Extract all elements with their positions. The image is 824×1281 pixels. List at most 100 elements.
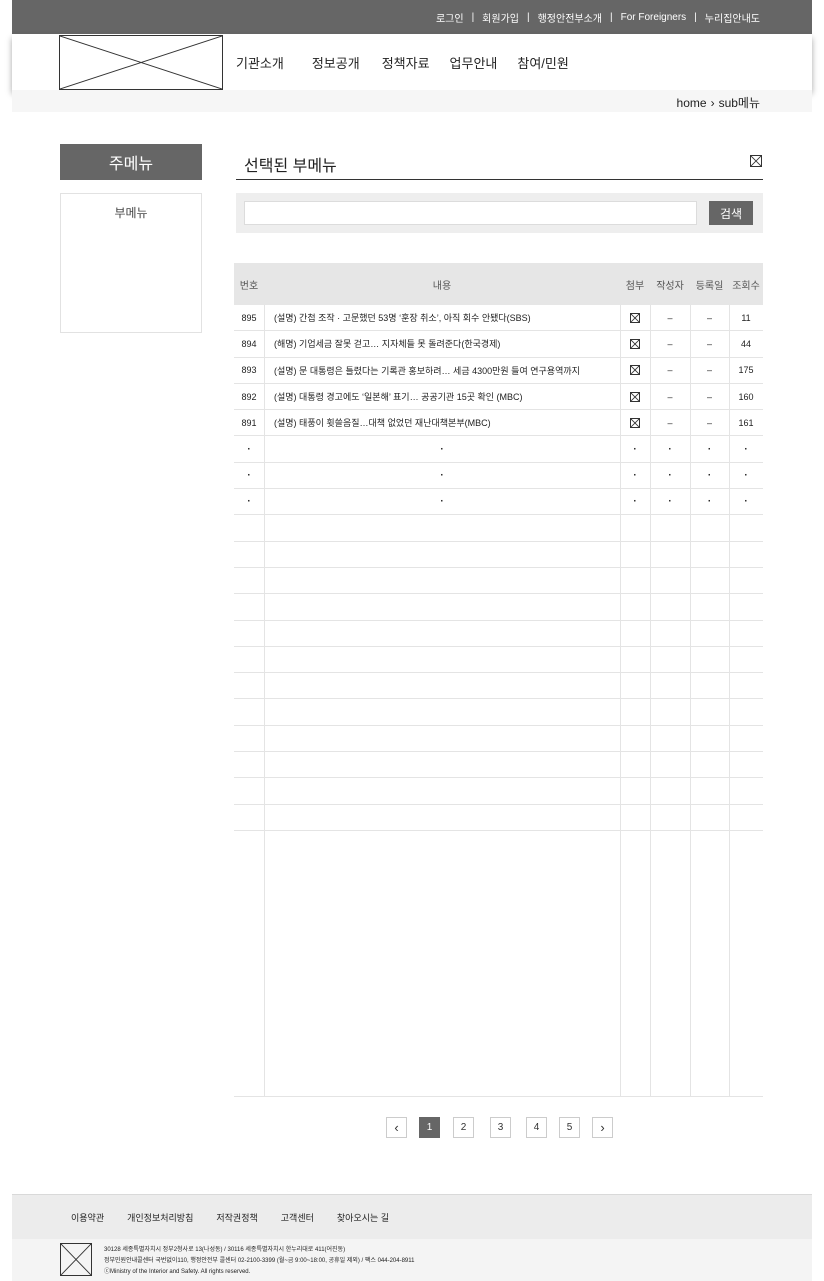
attachment-icon[interactable] xyxy=(630,365,640,376)
footer-link-copyright[interactable]: 저작권정책 xyxy=(216,1211,257,1224)
table-row[interactable]: 895 (설명) 간첩 조작 · 고문했던 53명 ‘훈장 취소’, 아직 회수… xyxy=(234,305,763,332)
ministry-intro-link[interactable]: 행정안전부소개 xyxy=(538,10,602,25)
nav-item-disclosure[interactable]: 정보공개 xyxy=(312,53,360,72)
top-utility-bar: 로그인 | 회원가입 | 행정안전부소개 | For Foreigners | … xyxy=(12,0,812,34)
table-row[interactable]: 891 (설명) 태풍이 휫쓸음질…대책 없었던 재난대책본부(MBC) – –… xyxy=(234,410,763,437)
empty-row xyxy=(234,568,763,595)
empty-row xyxy=(234,778,763,805)
row-author: – xyxy=(667,391,673,402)
attachment-icon[interactable] xyxy=(630,338,640,349)
ellipsis-row: · · · · · · xyxy=(234,489,763,516)
row-number: 892 xyxy=(241,391,257,402)
row-date: – xyxy=(706,338,712,349)
top-links: 로그인 | 회원가입 | 행정안전부소개 | For Foreigners | … xyxy=(436,0,760,34)
row-date: – xyxy=(706,417,712,428)
empty-row xyxy=(234,699,763,726)
ellipsis-dot: · xyxy=(247,496,251,508)
footer-link-terms[interactable]: 이용약관 xyxy=(71,1211,104,1224)
row-title[interactable]: (해명) 기업세금 잘못 걷고… 지자체들 못 돌려준다(한국경제) xyxy=(274,331,619,356)
empty-row xyxy=(234,542,763,568)
nav-item-about[interactable]: 기관소개 xyxy=(236,53,284,72)
table-header: 번호 내용 첨부 작성자 등록일 조회수 xyxy=(234,263,763,305)
empty-row xyxy=(234,805,763,831)
page-button-3[interactable]: 3 xyxy=(490,1117,511,1138)
ellipsis-dot: · xyxy=(744,496,748,508)
sidebar-item-submenu[interactable]: 부메뉴 xyxy=(61,204,201,221)
page-button-1[interactable]: 1 xyxy=(419,1117,440,1138)
ellipsis-dot: · xyxy=(668,496,672,508)
board-table: 번호 내용 첨부 작성자 등록일 조회수 895 (설명) 간첩 조작 · 고문… xyxy=(234,263,763,831)
sidebar-menu: 부메뉴 xyxy=(60,193,202,333)
sitemap-link[interactable]: 누리집안내도 xyxy=(705,10,760,25)
ellipsis-dot: · xyxy=(668,469,672,481)
footer-contact: 정부민원안내콜센터 국번없이110, 행정안전부 콜센터 02-2100-339… xyxy=(104,1258,415,1264)
footer-link-directions[interactable]: 찾아오시는 길 xyxy=(337,1211,389,1224)
row-title[interactable]: (설명) 문 대통령은 틀렸다는 기록관 홍보하려… 세금 4300만원 들여 … xyxy=(274,358,619,383)
separator: | xyxy=(471,11,475,23)
search-button[interactable]: 검색 xyxy=(709,201,753,225)
table-row[interactable]: 894 (해명) 기업세금 잘못 걷고… 지자체들 못 돌려준다(한국경제) –… xyxy=(234,331,763,358)
header-title: 내용 xyxy=(432,280,452,292)
row-title[interactable]: (설명) 태풍이 휫쓸음질…대책 없었던 재난대책본부(MBC) xyxy=(274,410,619,435)
column-divider xyxy=(729,305,730,1097)
page-title: 선택된 부메뉴 xyxy=(244,158,337,175)
ellipsis-dot: · xyxy=(707,469,712,481)
header-date: 등록일 xyxy=(695,280,724,292)
breadcrumb-current: sub메뉴 xyxy=(718,96,760,110)
footer-address: 30128 세종특별자치시 정부2청사로 13(나성동) / 30116 세종특… xyxy=(104,1247,346,1253)
empty-row xyxy=(234,726,763,753)
attachment-icon[interactable] xyxy=(630,417,640,428)
sidebar-title: 주메뉴 xyxy=(60,144,202,180)
empty-row xyxy=(234,673,763,700)
row-title[interactable]: (설명) 대통령 경고에도 ‘일본해’ 표기… 공공기관 15곳 확인 (MBC… xyxy=(274,384,619,409)
footer-link-privacy[interactable]: 개인정보처리방침 xyxy=(127,1211,193,1224)
ellipsis-dot: · xyxy=(440,443,444,455)
header-no: 번호 xyxy=(239,280,259,292)
nav-item-services[interactable]: 업무안내 xyxy=(450,53,498,72)
row-number: 895 xyxy=(241,312,257,323)
prev-page-button[interactable]: ‹ xyxy=(386,1117,407,1138)
search-input[interactable] xyxy=(244,201,697,225)
empty-row xyxy=(234,594,763,621)
ellipsis-dot: · xyxy=(247,469,251,481)
main-nav: 기관소개 정보공개 정책자료 업무안내 참여/민원 xyxy=(236,34,569,90)
foreigners-link[interactable]: For Foreigners xyxy=(621,12,687,23)
row-author: – xyxy=(667,338,673,349)
row-date: – xyxy=(706,365,712,376)
footer-link-support[interactable]: 고객센터 xyxy=(281,1211,314,1224)
table-row[interactable]: 893 (설명) 문 대통령은 틀렸다는 기록관 홍보하려… 세금 4300만원… xyxy=(234,358,763,384)
next-page-button[interactable]: › xyxy=(592,1117,613,1138)
header-file: 첨부 xyxy=(625,280,645,292)
nav-item-participation[interactable]: 참여/민원 xyxy=(517,53,568,72)
row-views: 160 xyxy=(738,391,754,402)
signup-link[interactable]: 회원가입 xyxy=(482,10,519,25)
search-area: 검색 xyxy=(236,193,763,233)
ellipsis-dot: · xyxy=(440,469,444,481)
breadcrumb-bar: home › sub메뉴 xyxy=(12,90,812,112)
row-number: 893 xyxy=(241,365,257,376)
ellipsis-dot: · xyxy=(744,443,748,455)
logo-placeholder[interactable] xyxy=(59,35,223,90)
ellipsis-dot: · xyxy=(247,443,251,455)
footer-info: 30128 세종특별자치시 정부2청사로 13(나성동) / 30116 세종특… xyxy=(12,1239,812,1281)
table-row[interactable]: 892 (설명) 대통령 경고에도 ‘일본해’ 표기… 공공기관 15곳 확인 … xyxy=(234,384,763,411)
attachment-cell xyxy=(620,305,650,330)
empty-row xyxy=(234,647,763,674)
column-divider xyxy=(264,305,265,1097)
login-link[interactable]: 로그인 xyxy=(436,10,464,25)
close-icon[interactable] xyxy=(750,155,762,167)
attachment-icon[interactable] xyxy=(630,391,640,402)
page-button-2[interactable]: 2 xyxy=(453,1117,474,1138)
page-button-4[interactable]: 4 xyxy=(526,1117,547,1138)
nav-item-policy[interactable]: 정책자료 xyxy=(382,53,430,72)
separator: | xyxy=(526,11,530,23)
footer-copyright: ⓒMinistry of the Interior and Safety. Al… xyxy=(104,1269,251,1275)
breadcrumb: home › sub메뉴 xyxy=(677,94,760,111)
ellipsis-dot: · xyxy=(744,469,748,481)
attachment-cell xyxy=(620,358,650,383)
page-button-5[interactable]: 5 xyxy=(559,1117,580,1138)
breadcrumb-home[interactable]: home xyxy=(677,96,707,110)
chevron-right-icon: › xyxy=(710,95,715,110)
row-title[interactable]: (설명) 간첩 조작 · 고문했던 53명 ‘훈장 취소’, 아직 회수 안됐다… xyxy=(274,305,619,330)
attachment-icon[interactable] xyxy=(630,312,640,323)
